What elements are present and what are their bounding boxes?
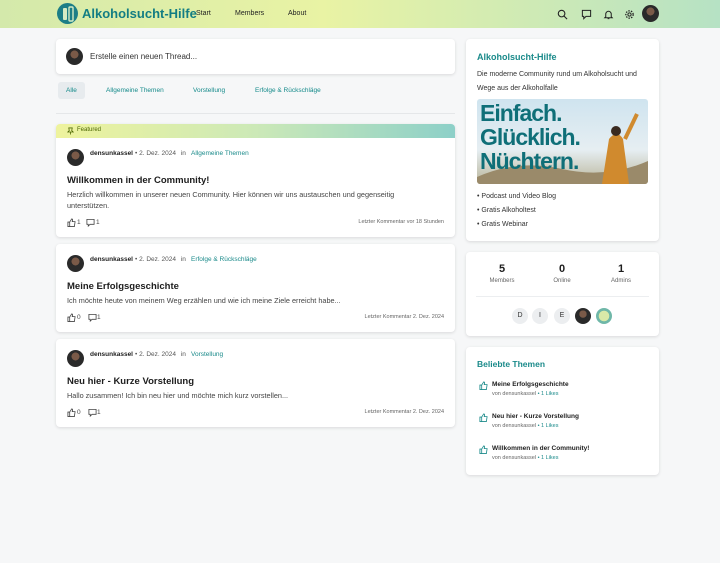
pin-icon — [67, 127, 74, 135]
community-title: Alkoholsucht-Hilfe — [477, 52, 557, 62]
avatar — [66, 48, 83, 65]
chat-icon[interactable] — [581, 9, 592, 20]
post-date: • 2. Dez. 2024 in — [135, 256, 186, 263]
author-avatar[interactable] — [67, 149, 84, 166]
like-icon — [479, 413, 488, 422]
like-count: 0 — [77, 409, 81, 416]
post-title[interactable]: Willkommen in der Community! — [67, 175, 209, 186]
tab-successes[interactable]: Erfolge & Rückschläge — [247, 82, 329, 99]
banner-line: Einfach. — [480, 100, 562, 126]
comment-count: 1 — [97, 314, 101, 321]
like-icon — [479, 445, 488, 454]
link-podcast[interactable]: • Podcast und Video Blog — [477, 193, 556, 200]
banner-line: Glücklich. — [480, 124, 581, 150]
author-avatar[interactable] — [67, 350, 84, 367]
stat-admins-value: 1 — [617, 263, 625, 275]
post-excerpt: Ich möchte heute von meinem Weg erzählen… — [67, 296, 341, 305]
author-name[interactable]: densunkassel — [90, 256, 133, 263]
featured-label: Featured — [77, 127, 102, 133]
like-count: 1 — [77, 219, 81, 226]
category-link[interactable]: Allgemeine Themen — [191, 150, 249, 157]
link-webinar[interactable]: • Gratis Webinar — [477, 221, 528, 228]
featured-banner — [56, 124, 455, 138]
post-title[interactable]: Neu hier - Kurze Vorstellung — [67, 376, 194, 387]
popular-topic-title[interactable]: Meine Erfolgsgeschichte — [492, 381, 569, 388]
brand-name[interactable]: Alkoholsucht-Hilfe — [82, 6, 197, 21]
last-comment: Letzter Kommentar vor 18 Stunden — [358, 219, 444, 225]
post-date: • 2. Dez. 2024 in — [135, 150, 186, 157]
divider — [476, 296, 649, 297]
member-avatar[interactable] — [596, 308, 612, 324]
divider — [56, 113, 455, 114]
tab-general[interactable]: Allgemeine Themen — [98, 82, 172, 99]
comment-icon[interactable] — [86, 218, 95, 227]
comment-count: 1 — [96, 219, 100, 226]
popular-topic-meta: von densunkassel • 1 Likes — [492, 423, 559, 429]
stat-members-value: 5 — [498, 263, 506, 275]
comment-count: 1 — [97, 409, 101, 416]
member-avatar[interactable]: D — [512, 308, 528, 324]
stat-members-label: Members — [489, 278, 515, 284]
gear-icon[interactable] — [624, 9, 635, 20]
stat-online-value: 0 — [558, 263, 566, 275]
community-description: Die moderne Community rund um Alkoholsuc… — [477, 71, 637, 92]
link-alcohol-test[interactable]: • Gratis Alkoholtest — [477, 207, 536, 214]
nav-about[interactable]: About — [288, 10, 306, 17]
nav-start[interactable]: Start — [196, 10, 211, 17]
like-icon[interactable] — [67, 313, 76, 322]
comment-icon[interactable] — [88, 408, 97, 417]
like-icon — [479, 381, 488, 390]
bell-icon[interactable] — [603, 9, 614, 20]
banner-line: Nüchtern. — [480, 148, 579, 174]
author-name[interactable]: densunkassel — [90, 351, 133, 358]
post-excerpt: Herzlich willkommen in unserer neuen Com… — [67, 190, 395, 210]
post-title[interactable]: Meine Erfolgsgeschichte — [67, 281, 179, 292]
popular-topic-meta: von densunkassel • 1 Likes — [492, 391, 559, 397]
category-link[interactable]: Vorstellung — [191, 351, 223, 358]
stat-online-label: Online — [553, 278, 571, 284]
popular-title: Beliebte Themen — [477, 359, 546, 369]
post-excerpt: Hallo zusammen! Ich bin neu hier und möc… — [67, 391, 289, 400]
popular-topic-title[interactable]: Willkommen in der Community! — [492, 445, 589, 452]
stat-admins-label: Admins — [610, 278, 631, 284]
search-icon[interactable] — [557, 9, 568, 20]
like-count: 0 — [77, 314, 81, 321]
author-name[interactable]: densunkassel — [90, 150, 133, 157]
post-date: • 2. Dez. 2024 in — [135, 351, 186, 358]
nav-members[interactable]: Members — [235, 10, 264, 17]
like-icon[interactable] — [67, 408, 76, 417]
tab-all[interactable]: Alle — [58, 82, 85, 99]
member-avatar[interactable]: E — [554, 308, 570, 324]
category-link[interactable]: Erfolge & Rückschläge — [191, 256, 257, 263]
last-comment: Letzter Kommentar 2. Dez. 2024 — [364, 409, 444, 415]
like-icon[interactable] — [67, 218, 76, 227]
community-banner: Einfach. Glücklich. Nüchtern. — [477, 99, 648, 184]
popular-topic-meta: von densunkassel • 1 Likes — [492, 455, 559, 461]
tab-introduction[interactable]: Vorstellung — [185, 82, 233, 99]
create-thread-input[interactable]: Erstelle einen neuen Thread... — [90, 52, 197, 61]
popular-topic-title[interactable]: Neu hier - Kurze Vorstellung — [492, 413, 579, 420]
comment-icon[interactable] — [88, 313, 97, 322]
author-avatar[interactable] — [67, 255, 84, 272]
member-avatar[interactable]: I — [532, 308, 548, 324]
user-avatar[interactable] — [642, 5, 659, 22]
logo-icon[interactable] — [57, 3, 78, 24]
last-comment: Letzter Kommentar 2. Dez. 2024 — [364, 314, 444, 320]
member-avatar[interactable] — [575, 308, 591, 324]
